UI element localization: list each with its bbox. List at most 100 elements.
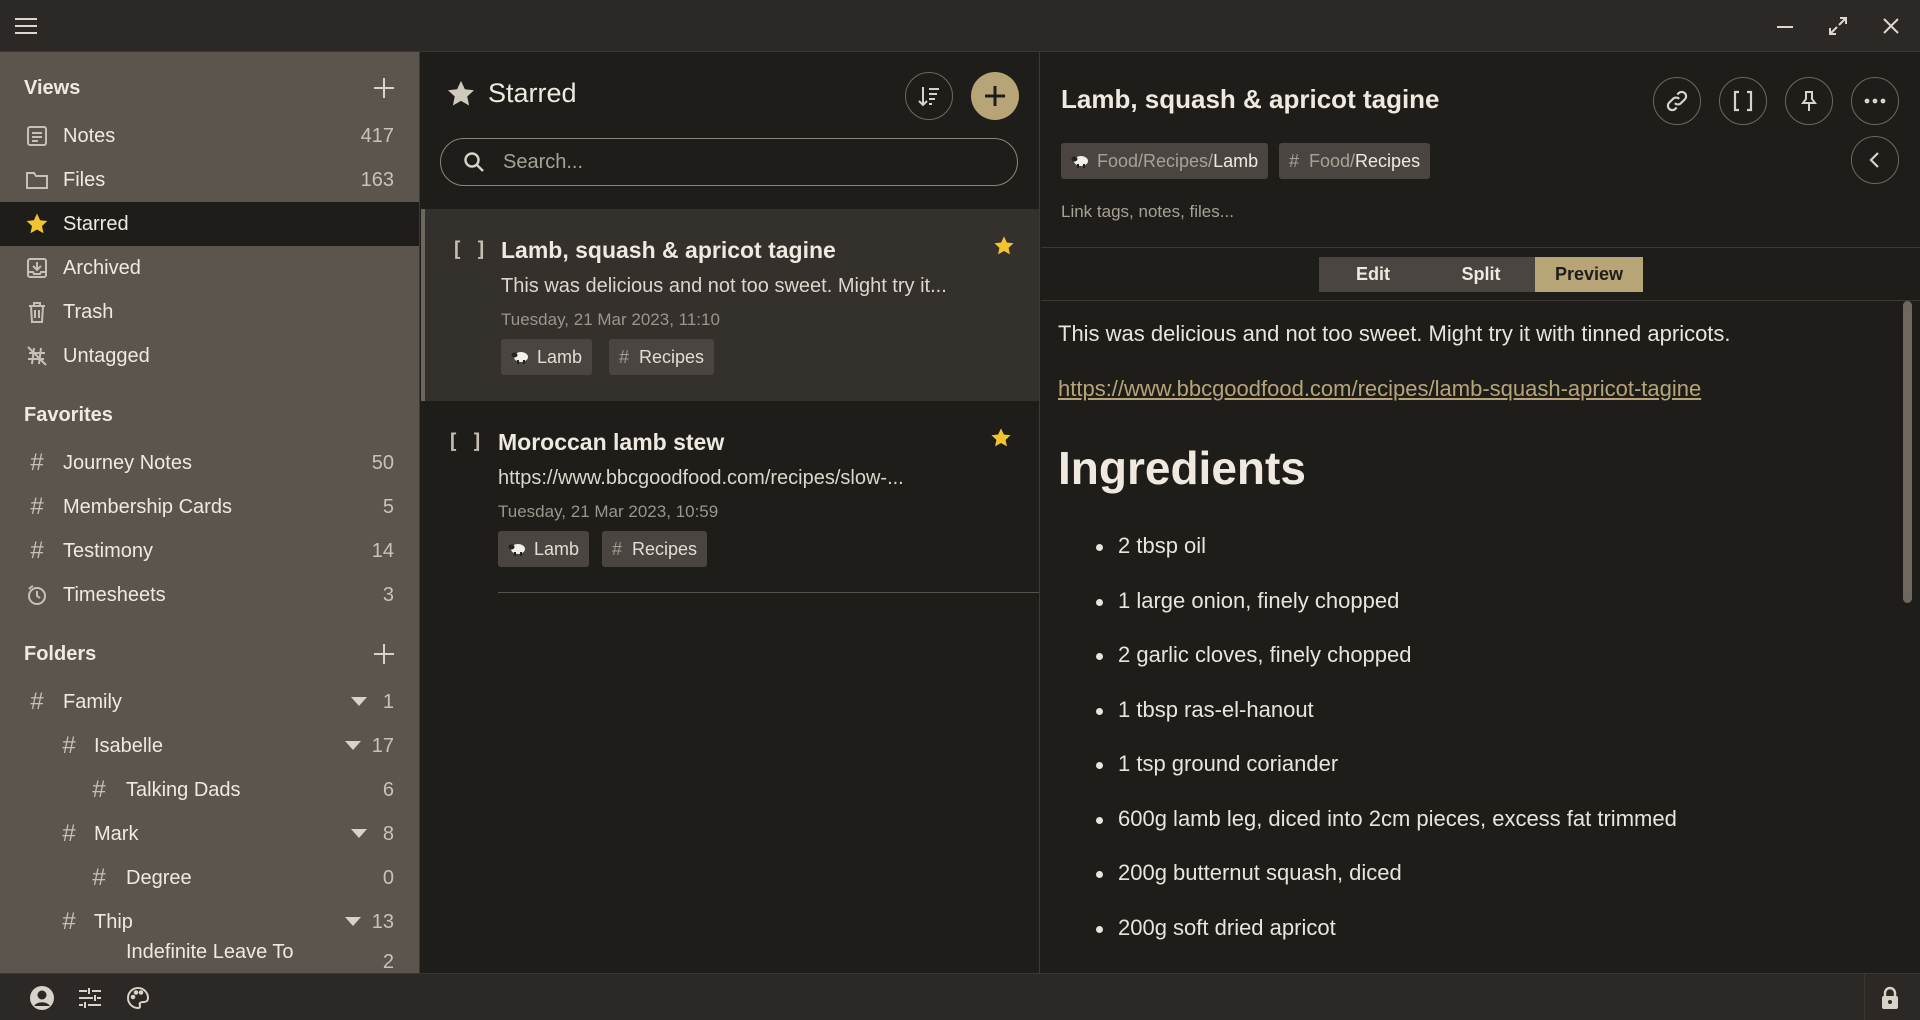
sidebar-item-label: Trash xyxy=(63,300,114,323)
sidebar-item-isabelle[interactable]: # Isabelle 17 xyxy=(0,724,419,768)
sidebar-item-label: Testimony xyxy=(63,539,154,562)
note-type-button[interactable] xyxy=(1719,77,1767,125)
sidebar-item-label: Archived xyxy=(63,256,141,279)
tag-chip[interactable]: Lamb xyxy=(498,531,590,567)
hash-icon: # xyxy=(30,449,44,476)
sidebar-item-count: 13 xyxy=(371,910,394,933)
note-title[interactable]: Lamb, squash & apricot tagine xyxy=(1061,84,1440,115)
more-options-button[interactable] xyxy=(1851,77,1899,125)
sidebar-item-count: 3 xyxy=(382,583,394,606)
list-title: Starred xyxy=(488,78,577,108)
link-input[interactable]: Link tags, notes, files... xyxy=(1061,202,1234,222)
menu-icon[interactable] xyxy=(8,8,44,44)
note-icon: [ ] xyxy=(447,429,484,453)
star-icon[interactable] xyxy=(990,427,1012,449)
hash-icon: # xyxy=(30,493,44,520)
tab-edit[interactable]: Edit xyxy=(1319,257,1427,292)
sidebar-item-notes[interactable]: Notes 417 xyxy=(0,114,419,158)
views-header: Views xyxy=(24,70,399,106)
tag-label: Lamb xyxy=(534,538,580,559)
hash-icon: # xyxy=(62,732,76,759)
preview-link[interactable]: https://www.bbcgoodfood.com/recipes/lamb… xyxy=(1058,376,1701,402)
sidebar-item-archived[interactable]: Archived xyxy=(0,246,419,290)
timer-icon xyxy=(24,582,50,608)
star-icon xyxy=(24,211,50,237)
bottom-bar xyxy=(0,973,1920,1020)
tag-chip[interactable]: # Recipes xyxy=(602,531,708,567)
sort-icon xyxy=(917,84,941,108)
maximize-icon[interactable] xyxy=(1820,8,1856,44)
minimize-icon[interactable] xyxy=(1767,8,1803,44)
tab-split[interactable]: Split xyxy=(1427,257,1535,292)
archive-icon xyxy=(24,255,50,281)
sidebar-item-files[interactable]: Files 163 xyxy=(0,158,419,202)
chevron-down-icon[interactable] xyxy=(350,825,368,843)
note-list-item[interactable]: [ ] Moroccan lamb stew https://www.bbcgo… xyxy=(421,401,1039,593)
chevron-left-icon xyxy=(1868,151,1882,169)
search-box[interactable] xyxy=(440,138,1018,186)
divider xyxy=(498,592,1039,593)
add-note-button[interactable] xyxy=(971,72,1019,120)
tag-label: Recipes xyxy=(632,538,698,559)
search-icon xyxy=(463,151,485,173)
pin-button[interactable] xyxy=(1785,77,1833,125)
note-list-item[interactable]: [ ] Lamb, squash & apricot tagine This w… xyxy=(421,209,1039,401)
preview-paragraph: This was delicious and not too sweet. Mi… xyxy=(1058,321,1731,346)
more-icon xyxy=(1864,98,1886,104)
sidebar-item-membership-cards[interactable]: # Membership Cards 5 xyxy=(0,485,419,529)
hash-icon: # xyxy=(30,537,44,564)
favorites-header-label: Favorites xyxy=(24,403,113,426)
mode-tabs: Edit Split Preview xyxy=(1319,257,1643,292)
sidebar-item-mark[interactable]: # Mark 8 xyxy=(0,812,419,856)
star-icon[interactable] xyxy=(993,235,1015,257)
sidebar-item-starred[interactable]: Starred xyxy=(0,202,419,246)
sidebar-item-count: 6 xyxy=(382,778,394,801)
search-input[interactable] xyxy=(503,149,1003,175)
note-date: Tuesday, 21 Mar 2023, 10:59 xyxy=(498,502,719,521)
chevron-down-icon[interactable] xyxy=(350,693,368,711)
list-item: 2 garlic cloves, finely chopped xyxy=(1096,642,1412,667)
link-button[interactable] xyxy=(1653,77,1701,125)
sidebar-item-testimony[interactable]: # Testimony 14 xyxy=(0,529,419,573)
chevron-down-icon[interactable] xyxy=(344,913,362,931)
tag-label: Recipes xyxy=(639,346,705,367)
note-tag-chip[interactable]: # Food/ Recipes xyxy=(1279,143,1431,179)
sidebar-item-journey-notes[interactable]: # Journey Notes 50 xyxy=(0,441,419,485)
tag-label: Lamb xyxy=(537,346,583,367)
chevron-down-icon[interactable] xyxy=(344,737,362,755)
hash-icon: # xyxy=(30,688,44,715)
brackets-icon xyxy=(1732,90,1754,112)
note-tag-chip[interactable]: Food/Recipes/ Lamb xyxy=(1061,143,1269,179)
palette-icon[interactable] xyxy=(122,982,154,1014)
list-item: 200g soft dried apricot xyxy=(1096,915,1336,940)
sidebar-item-indefinite-leave[interactable]: Indefinite Leave To 2 xyxy=(0,937,419,973)
add-folder-icon[interactable] xyxy=(369,639,399,669)
sort-button[interactable] xyxy=(905,72,953,120)
divider xyxy=(1864,974,1865,1020)
tag-chip[interactable]: # Recipes xyxy=(609,339,715,375)
untagged-icon xyxy=(24,343,50,369)
list-item: 2 tbsp oil xyxy=(1095,533,1207,558)
scrollbar-thumb[interactable] xyxy=(1903,301,1912,603)
account-icon[interactable] xyxy=(26,982,58,1014)
tab-preview[interactable]: Preview xyxy=(1535,257,1643,292)
link-icon xyxy=(1664,88,1690,114)
sidebar-item-label: Journey Notes xyxy=(63,451,192,474)
sidebar-item-label: Isabelle xyxy=(94,734,163,757)
sidebar-item-timesheets[interactable]: Timesheets 3 xyxy=(0,573,419,617)
tag-name: Recipes xyxy=(1355,150,1421,171)
sidebar-item-family[interactable]: # Family 1 xyxy=(0,680,419,724)
tag-chip[interactable]: Lamb xyxy=(501,339,593,375)
collapse-panel-button[interactable] xyxy=(1851,136,1899,184)
notes-icon xyxy=(24,123,50,149)
sidebar-item-degree[interactable]: # Degree 0 xyxy=(0,856,419,900)
settings-sliders-icon[interactable] xyxy=(74,982,106,1014)
add-view-icon[interactable] xyxy=(369,73,399,103)
divider xyxy=(1041,247,1920,248)
sidebar-item-untagged[interactable]: Untagged xyxy=(0,334,419,378)
folders-header: Folders xyxy=(24,636,399,672)
sidebar-item-trash[interactable]: Trash xyxy=(0,290,419,334)
sidebar-item-talking-dads[interactable]: # Talking Dads 6 xyxy=(0,768,419,812)
lock-icon[interactable] xyxy=(1874,982,1906,1014)
close-icon[interactable] xyxy=(1873,8,1909,44)
